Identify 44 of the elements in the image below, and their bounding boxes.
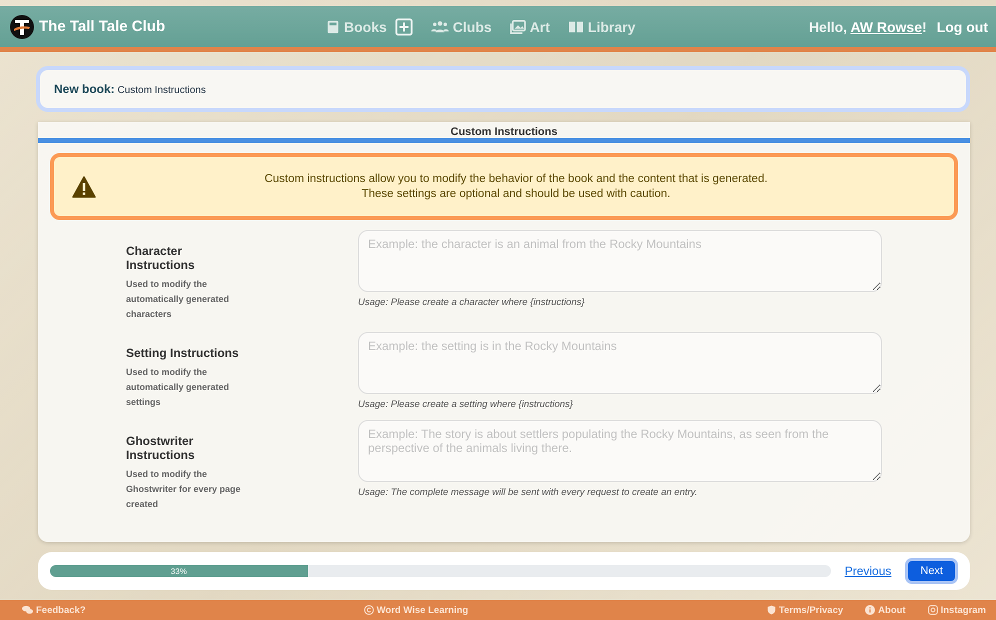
footer-link[interactable]: Terms/Privacy — [766, 604, 844, 616]
warning-text: Custom instructions allow you to modify the behavior of the book and the content that is generated. — [264, 173, 768, 185]
field-title: Character Instructions — [126, 244, 196, 272]
nav-link[interactable]: Clubs — [430, 18, 492, 34]
book-icon — [326, 20, 340, 34]
nav-link[interactable]: Library — [568, 18, 636, 34]
field-description: Used to modify the automatically generated characters — [126, 278, 230, 321]
warning-text: These settings are optional and should be used with caution. — [362, 188, 670, 200]
users-icon — [430, 20, 449, 34]
footer-link[interactable]: Instagram — [928, 604, 986, 616]
next-button[interactable]: Next — [905, 558, 958, 584]
nav-link[interactable]: Art — [510, 18, 550, 34]
chat-bubbles-icon — [22, 605, 33, 615]
usage-hint: Usage: Please create a character where {instructions} — [358, 297, 586, 308]
site-title[interactable]: The Tall Tale Club — [39, 18, 166, 35]
footer-link[interactable]: Word Wise Learning — [364, 604, 468, 616]
footer-link[interactable]: About — [865, 604, 906, 616]
usage-hint: Usage: Please create a setting where {instructions} — [358, 399, 574, 410]
field-title: Ghostwriter Instructions — [126, 434, 196, 462]
greeting-text: Hello, AW Rowse! — [808, 18, 927, 34]
field-description: Used to modify the Ghostwriter for every page created — [126, 468, 242, 511]
progress-label: 33% — [170, 566, 187, 576]
instagram-icon — [928, 605, 938, 615]
instructions-field[interactable]: Example: The story is about settlers populating the Rocky Mountains, as seen from the perspective of the animals living there. — [358, 420, 882, 482]
usage-hint: Usage: The complete message will be sent with every request to create an entry. — [358, 487, 698, 498]
user-link[interactable]: AW Rowse — [850, 18, 922, 34]
footer-link[interactable]: Feedback? — [22, 604, 86, 616]
instructions-field[interactable]: Example: the character is an animal from the Rocky Mountains — [358, 230, 882, 292]
breadcrumb-text: New book: Custom Instructions — [54, 82, 206, 96]
logout-link[interactable]: Log out — [936, 18, 988, 34]
logo-icon — [10, 14, 34, 38]
open-book-icon — [568, 20, 584, 34]
images-icon — [510, 20, 526, 34]
add-button[interactable] — [394, 18, 413, 36]
nav-link[interactable]: Books — [326, 18, 387, 34]
warning-icon — [72, 176, 96, 198]
shield-icon — [766, 605, 776, 615]
card-heading: Custom Instructions — [450, 126, 558, 138]
field-description: Used to modify the automatically generated settings — [126, 366, 230, 409]
info-icon — [865, 605, 876, 615]
instructions-field[interactable]: Example: the setting is in the Rocky Mountains — [358, 332, 882, 394]
copyright-icon — [364, 605, 374, 615]
field-title: Setting Instructions — [126, 346, 240, 360]
previous-link[interactable]: Previous — [844, 564, 892, 578]
